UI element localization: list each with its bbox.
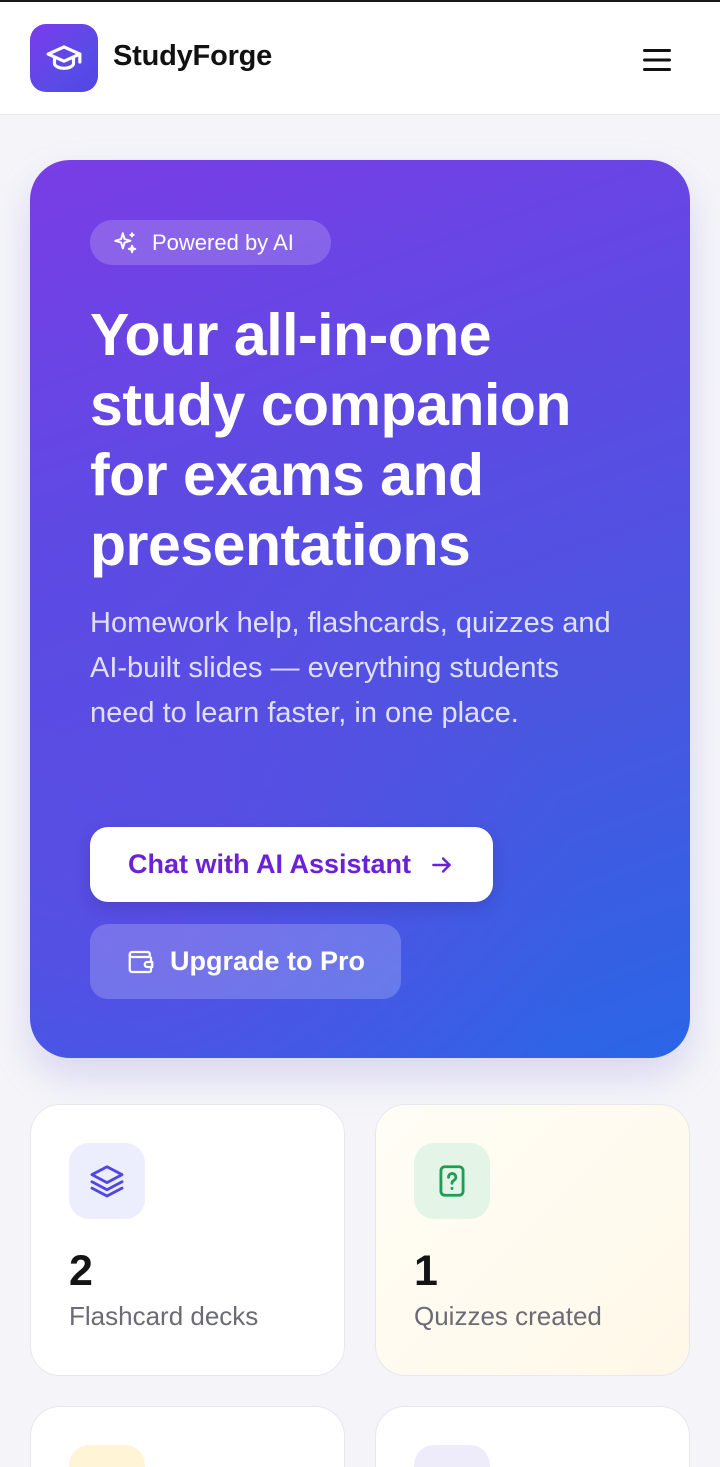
stat-label: Quizzes created [414, 1301, 602, 1331]
logo[interactable] [30, 24, 98, 92]
stat-card-quizzes-created[interactable]: 1 Quizzes created [375, 1104, 690, 1376]
stat-card-flashcard-decks[interactable]: 2 Flashcard decks [30, 1104, 345, 1376]
app-page: StudyForge Powered by AI Your all-in-one… [0, 0, 720, 1467]
stat-icon-placeholder [69, 1445, 145, 1467]
hero-title: Your all-in-one study companion for exam… [90, 302, 571, 578]
menu-button[interactable] [630, 38, 684, 82]
hero-section: Powered by AI Your all-in-one study comp… [30, 160, 690, 1058]
stat-icon-placeholder [414, 1445, 490, 1467]
stat-card-partial[interactable] [375, 1406, 690, 1467]
stat-card-partial[interactable] [30, 1406, 345, 1467]
stat-label: Flashcard decks [69, 1301, 259, 1331]
arrow-right-icon [429, 852, 455, 878]
ai-badge: Powered by AI [90, 220, 331, 265]
hero-subtitle: Homework help, flashcards, quizzes and A… [90, 607, 611, 729]
ai-badge-label: Powered by AI [152, 229, 294, 255]
stat-value: 2 [69, 1247, 93, 1295]
app-header: StudyForge [0, 0, 720, 115]
wallet-icon [126, 947, 156, 977]
sparkles-icon [112, 230, 138, 256]
file-question-icon [433, 1162, 471, 1200]
chat-ai-assistant-button[interactable]: Chat with AI Assistant [90, 827, 493, 902]
upgrade-to-pro-label: Upgrade to Pro [169, 946, 365, 976]
layers-icon [88, 1162, 126, 1200]
chat-ai-assistant-label: Chat with AI Assistant [127, 849, 412, 879]
stat-icon-wrap [69, 1143, 145, 1219]
upgrade-to-pro-button[interactable]: Upgrade to Pro [90, 924, 401, 999]
brand-name[interactable]: StudyForge [113, 40, 272, 73]
stat-icon-wrap [414, 1143, 490, 1219]
graduation-cap-icon [45, 39, 83, 77]
hamburger-menu-icon [641, 47, 673, 73]
stat-value: 1 [414, 1247, 438, 1295]
